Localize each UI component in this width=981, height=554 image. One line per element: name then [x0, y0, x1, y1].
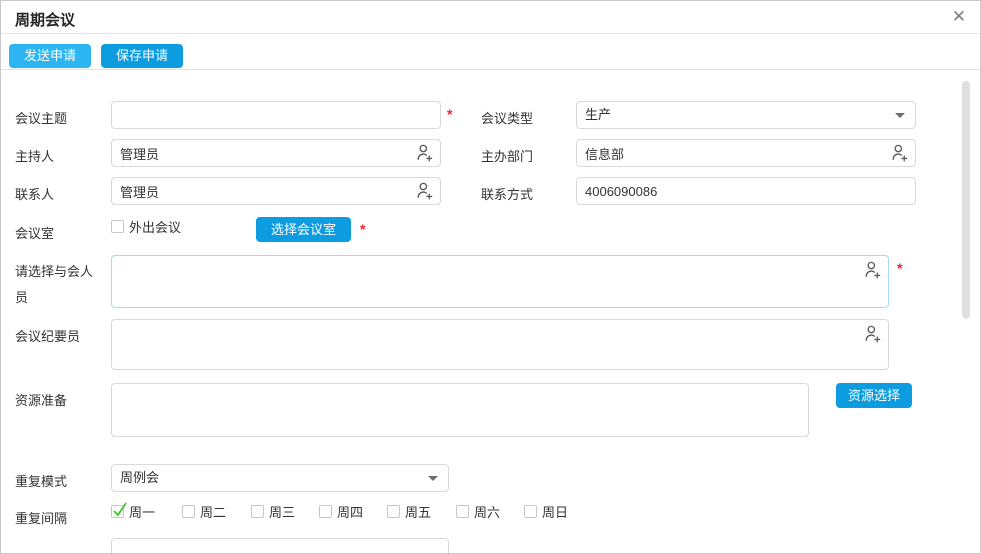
checkbox-box[interactable] — [319, 505, 332, 518]
meeting-type-label: 会议类型 — [481, 111, 534, 126]
periodic-meeting-dialog: 周期会议 ✕ 发送申请 保存申请 会议主题 * 会议类型 生产 主持人 主办部门 — [0, 0, 981, 554]
attendees-required-asterisk: * — [897, 260, 903, 276]
repeat-mode-value: 周例会 — [120, 470, 160, 485]
dialog-toolbar: 发送申请 保存申请 — [1, 35, 980, 70]
contact-field-wrap — [111, 177, 441, 205]
minutes-taker-field-wrap — [111, 319, 889, 370]
weekday-checkbox-label: 周日 — [542, 505, 569, 520]
weekday-checkbox-label: 周六 — [474, 505, 501, 520]
department-input[interactable] — [576, 139, 916, 167]
contact-info-input[interactable] — [576, 177, 916, 205]
attendees-textarea[interactable] — [111, 255, 889, 308]
contact-info-field-wrap — [576, 177, 916, 205]
contact-label: 联系人 — [15, 187, 55, 202]
weekday-checkbox-1[interactable]: 周一 — [111, 502, 155, 521]
user-add-icon[interactable] — [415, 143, 434, 162]
meeting-room-label: 会议室 — [15, 226, 55, 241]
resource-select-button[interactable]: 资源选择 — [836, 383, 913, 408]
checkbox-box[interactable] — [387, 505, 400, 518]
host-field-wrap — [111, 139, 441, 167]
repeat-interval-label: 重复间隔 — [15, 511, 68, 526]
save-request-button[interactable]: 保存申请 — [101, 44, 184, 68]
weekday-checkbox-label: 周一 — [129, 505, 156, 520]
weekday-checkbox-5[interactable]: 周五 — [387, 502, 431, 521]
weekday-checkbox-4[interactable]: 周四 — [319, 502, 363, 521]
host-input[interactable] — [111, 139, 441, 167]
weekday-checkbox-6[interactable]: 周六 — [456, 502, 500, 521]
weekday-checkbox-7[interactable]: 周日 — [524, 502, 568, 521]
meeting-type-select[interactable]: 生产 — [576, 101, 916, 129]
weekday-checkbox-label: 周三 — [269, 505, 296, 520]
offsite-meeting-checkbox[interactable]: 外出会议 — [111, 217, 181, 236]
host-label: 主持人 — [15, 149, 55, 164]
resources-textarea[interactable] — [111, 383, 809, 437]
contact-input[interactable] — [111, 177, 441, 205]
user-add-icon[interactable] — [863, 260, 882, 279]
next-field-partial-input[interactable] — [111, 538, 449, 553]
weekday-checkbox-label: 周二 — [200, 505, 227, 520]
attendees-field-wrap — [111, 255, 889, 308]
checkbox-box[interactable] — [182, 505, 195, 518]
resources-label: 资源准备 — [15, 393, 68, 408]
select-meeting-room-button[interactable]: 选择会议室 — [256, 217, 352, 242]
checkbox-box[interactable] — [111, 220, 124, 233]
dialog-title: 周期会议 — [15, 12, 76, 29]
check-icon — [113, 502, 127, 517]
chevron-down-icon — [428, 476, 438, 481]
chevron-down-icon — [895, 113, 905, 118]
repeat-mode-select[interactable]: 周例会 — [111, 464, 449, 492]
minutes-taker-textarea[interactable] — [111, 319, 889, 370]
minutes-taker-label: 会议纪要员 — [15, 329, 81, 344]
subject-required-asterisk: * — [447, 106, 453, 122]
meeting-room-required-asterisk: * — [360, 221, 366, 237]
send-request-button[interactable]: 发送申请 — [9, 44, 92, 68]
checkbox-box[interactable] — [456, 505, 469, 518]
resources-field-wrap — [111, 383, 809, 437]
scrollbar-thumb[interactable] — [962, 81, 970, 319]
weekday-checkbox-label: 周四 — [337, 505, 364, 520]
meeting-type-value: 生产 — [585, 107, 612, 122]
checkbox-box[interactable] — [524, 505, 537, 518]
contact-info-label: 联系方式 — [481, 187, 534, 202]
weekday-checkbox-3[interactable]: 周三 — [251, 502, 295, 521]
offsite-meeting-checkbox-label: 外出会议 — [129, 220, 182, 235]
attendees-label: 请选择与会人员 — [15, 264, 94, 305]
user-add-icon[interactable] — [415, 181, 434, 200]
dialog-titlebar: 周期会议 ✕ — [1, 1, 980, 34]
department-label: 主办部门 — [481, 149, 534, 164]
weekday-checkbox-label: 周五 — [405, 505, 432, 520]
subject-input[interactable] — [111, 101, 441, 129]
weekday-checkbox-2[interactable]: 周二 — [182, 502, 226, 521]
department-field-wrap — [576, 139, 916, 167]
checkbox-box[interactable] — [251, 505, 264, 518]
checkbox-box[interactable] — [111, 502, 127, 518]
user-add-icon[interactable] — [890, 143, 909, 162]
subject-label: 会议主题 — [15, 111, 68, 126]
user-add-icon[interactable] — [863, 324, 882, 343]
repeat-mode-label: 重复模式 — [15, 474, 68, 489]
close-icon[interactable]: ✕ — [952, 6, 966, 28]
subject-field-wrap — [111, 101, 441, 129]
